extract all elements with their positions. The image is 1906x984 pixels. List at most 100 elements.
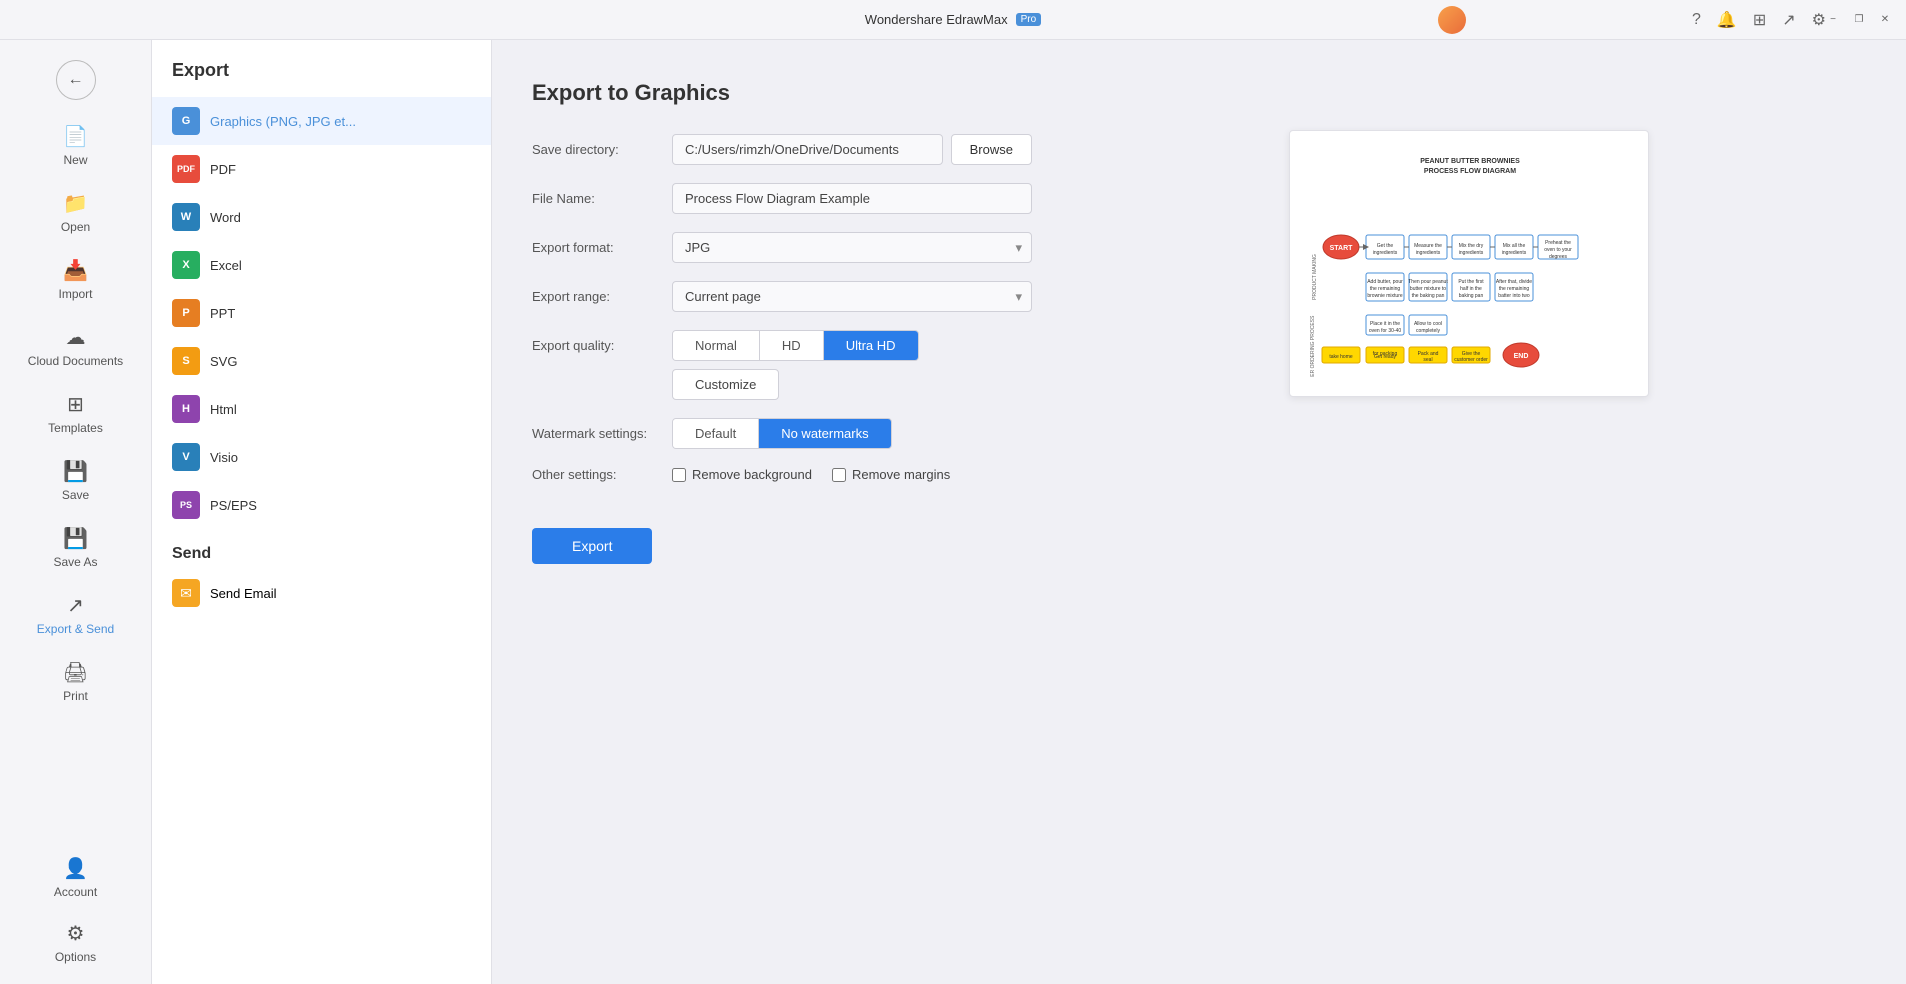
- sidebar-item-templates[interactable]: ⊞ Templates: [8, 382, 143, 445]
- ps-format-icon: PS: [172, 491, 200, 519]
- format-item-graphics[interactable]: G Graphics (PNG, JPG et...: [152, 97, 491, 145]
- export-format-label: Export format:: [532, 240, 672, 255]
- svg-text:oven for 30-40: oven for 30-40: [1369, 328, 1401, 334]
- svg-text:the remaining: the remaining: [1370, 286, 1401, 292]
- customize-button[interactable]: Customize: [672, 369, 779, 400]
- format-item-html[interactable]: H Html: [152, 385, 491, 433]
- svg-text:After that, divide: After that, divide: [1496, 279, 1532, 285]
- import-icon: 📥: [63, 258, 88, 283]
- export-icon: ↗: [67, 593, 84, 618]
- preview-container: PEANUT BUTTER BROWNIES PROCESS FLOW DIAG…: [1289, 130, 1649, 397]
- quality-ultrahd-button[interactable]: Ultra HD: [823, 331, 918, 360]
- new-icon: 📄: [63, 124, 88, 149]
- quality-group: Normal HD Ultra HD: [672, 330, 919, 361]
- send-section: Send ✉ Send Email: [152, 529, 491, 623]
- format-item-pdf[interactable]: PDF PDF: [152, 145, 491, 193]
- export-range-select[interactable]: Current page All pages Selected shapes: [672, 281, 1032, 312]
- titlebar: Wondershare EdrawMax Pro ? 🔔 ⊞ ↗ ⚙ − ❐ ✕: [0, 0, 1906, 40]
- remove-margins-input[interactable]: [832, 468, 846, 482]
- export-format-select[interactable]: JPG PNG BMP TIFF SVG: [672, 232, 1032, 263]
- send-email-item[interactable]: ✉ Send Email: [172, 571, 471, 615]
- format-item-word[interactable]: W Word: [152, 193, 491, 241]
- svg-text:seal: seal: [1423, 357, 1432, 363]
- svg-text:the remaining: the remaining: [1499, 286, 1530, 292]
- close-button[interactable]: ✕: [1876, 11, 1894, 29]
- svg-text:CUSTOMER ORDERING PROCESS: CUSTOMER ORDERING PROCESS: [1310, 315, 1316, 377]
- help-icon[interactable]: ?: [1692, 11, 1701, 29]
- svg-text:Mix all the: Mix all the: [1503, 243, 1526, 249]
- svg-text:baking pan: baking pan: [1459, 293, 1484, 299]
- svg-text:ingredients: ingredients: [1459, 250, 1484, 256]
- save-directory-control: Browse: [672, 134, 1032, 165]
- cloud-icon: ☁: [66, 325, 86, 350]
- email-icon: ✉: [172, 579, 200, 607]
- sidebar-item-open[interactable]: 📁 Open: [8, 181, 143, 244]
- svg-text:ingredients: ingredients: [1373, 250, 1398, 256]
- sidebar-item-import[interactable]: 📥 Import: [8, 248, 143, 311]
- sidebar-item-save-as[interactable]: 💾 Save As: [8, 516, 143, 579]
- svg-text:brownie mixture: brownie mixture: [1367, 293, 1403, 299]
- watermark-default-button[interactable]: Default: [673, 419, 758, 448]
- back-button[interactable]: ←: [56, 60, 96, 100]
- restore-button[interactable]: ❐: [1850, 11, 1868, 29]
- save-directory-input[interactable]: [672, 134, 943, 165]
- format-list: G Graphics (PNG, JPG et... PDF PDF W Wor…: [152, 97, 491, 529]
- print-icon: 🖨: [63, 660, 88, 685]
- save-as-icon: 💾: [63, 526, 88, 551]
- sidebar-item-print[interactable]: 🖨 Print: [8, 650, 143, 713]
- format-item-visio[interactable]: V Visio: [152, 433, 491, 481]
- app-title: Wondershare EdrawMax Pro: [865, 12, 1041, 27]
- sidebar-item-export[interactable]: ↗ Export & Send: [8, 583, 143, 646]
- notification-icon[interactable]: 🔔: [1717, 10, 1737, 30]
- format-item-excel[interactable]: X Excel: [152, 241, 491, 289]
- templates-icon: ⊞: [67, 392, 84, 417]
- graphics-format-icon: G: [172, 107, 200, 135]
- svg-text:ingredients: ingredients: [1502, 250, 1527, 256]
- minimize-button[interactable]: −: [1824, 11, 1842, 29]
- pdf-format-icon: PDF: [172, 155, 200, 183]
- avatar: [1438, 6, 1466, 34]
- sidebar-item-options[interactable]: ⚙ Options: [8, 911, 143, 974]
- pro-badge: Pro: [1016, 13, 1042, 26]
- sidebar-item-new[interactable]: 📄 New: [8, 114, 143, 177]
- svg-text:completely: completely: [1416, 328, 1440, 334]
- options-icon: ⚙: [67, 921, 85, 946]
- remove-background-checkbox[interactable]: Remove background: [672, 467, 812, 482]
- format-item-ps[interactable]: PS PS/EPS: [152, 481, 491, 529]
- svg-text:Allow to cool: Allow to cool: [1414, 321, 1442, 327]
- file-name-input[interactable]: [672, 183, 1032, 214]
- svg-format-icon: S: [172, 347, 200, 375]
- svg-text:for packing: for packing: [1373, 351, 1398, 357]
- svg-text:PRODUCT MAKING: PRODUCT MAKING: [1312, 254, 1318, 300]
- apps-icon[interactable]: ⊞: [1753, 10, 1766, 30]
- sidebar-item-account[interactable]: 👤 Account: [8, 846, 143, 909]
- svg-text:Preheat the: Preheat the: [1545, 240, 1571, 246]
- preview-diagram: PEANUT BUTTER BROWNIES PROCESS FLOW DIAG…: [1306, 147, 1634, 377]
- svg-text:customer order: customer order: [1454, 357, 1488, 363]
- format-item-svg[interactable]: S SVG: [152, 337, 491, 385]
- back-section: ←: [0, 48, 151, 112]
- svg-text:take home: take home: [1329, 354, 1353, 360]
- svg-text:butter mixture to: butter mixture to: [1410, 286, 1446, 292]
- svg-text:batter into two: batter into two: [1498, 293, 1530, 299]
- sidebar-item-cloud[interactable]: ☁ Cloud Documents: [8, 315, 143, 378]
- remove-margins-checkbox[interactable]: Remove margins: [832, 467, 950, 482]
- format-item-ppt[interactable]: P PPT: [152, 289, 491, 337]
- watermark-none-button[interactable]: No watermarks: [758, 419, 890, 448]
- visio-format-icon: V: [172, 443, 200, 471]
- export-format-row: Export format: JPG PNG BMP TIFF SVG: [532, 232, 1032, 263]
- sidebar-item-save[interactable]: 💾 Save: [8, 449, 143, 512]
- quality-hd-button[interactable]: HD: [759, 331, 823, 360]
- export-quality-row: Export quality: Normal HD Ultra HD Custo…: [532, 330, 1032, 400]
- open-icon: 📁: [63, 191, 88, 216]
- svg-text:ingredients: ingredients: [1416, 250, 1441, 256]
- quality-normal-button[interactable]: Normal: [673, 331, 759, 360]
- share-icon[interactable]: ↗: [1782, 10, 1795, 30]
- browse-button[interactable]: Browse: [951, 134, 1032, 165]
- export-quality-label: Export quality:: [532, 330, 672, 353]
- remove-background-input[interactable]: [672, 468, 686, 482]
- sidebar-bottom: 👤 Account ⚙ Options: [0, 844, 151, 976]
- svg-text:START: START: [1330, 245, 1354, 252]
- save-directory-label: Save directory:: [532, 142, 672, 157]
- export-button[interactable]: Export: [532, 528, 652, 564]
